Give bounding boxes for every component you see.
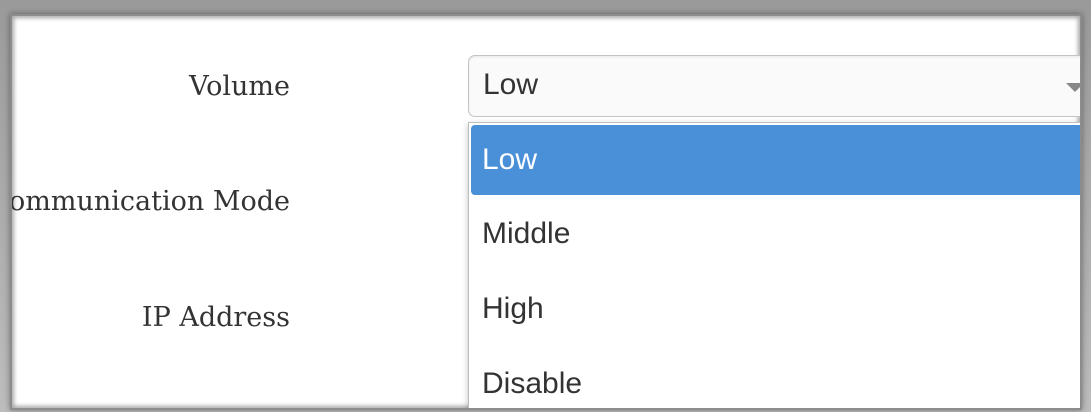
option-disable[interactable]: Disable bbox=[471, 349, 1080, 408]
volume-select-value: Low bbox=[483, 68, 539, 101]
communication-mode-label: Communication Mode bbox=[10, 186, 290, 217]
ip-address-label: IP Address bbox=[141, 302, 290, 333]
chevron-down-icon bbox=[1066, 83, 1080, 92]
screenshot-frame: Volume Communication Mode IP Address Low… bbox=[0, 0, 1091, 412]
option-high[interactable]: High bbox=[471, 274, 1080, 344]
volume-label: Volume bbox=[189, 71, 290, 102]
volume-select[interactable]: Low bbox=[468, 55, 1080, 117]
option-middle[interactable]: Middle bbox=[471, 199, 1080, 269]
settings-form: Volume Communication Mode IP Address Low… bbox=[10, 14, 1082, 410]
option-low[interactable]: Low bbox=[471, 125, 1080, 195]
volume-dropdown-menu: Low Middle High Disable bbox=[468, 122, 1080, 408]
